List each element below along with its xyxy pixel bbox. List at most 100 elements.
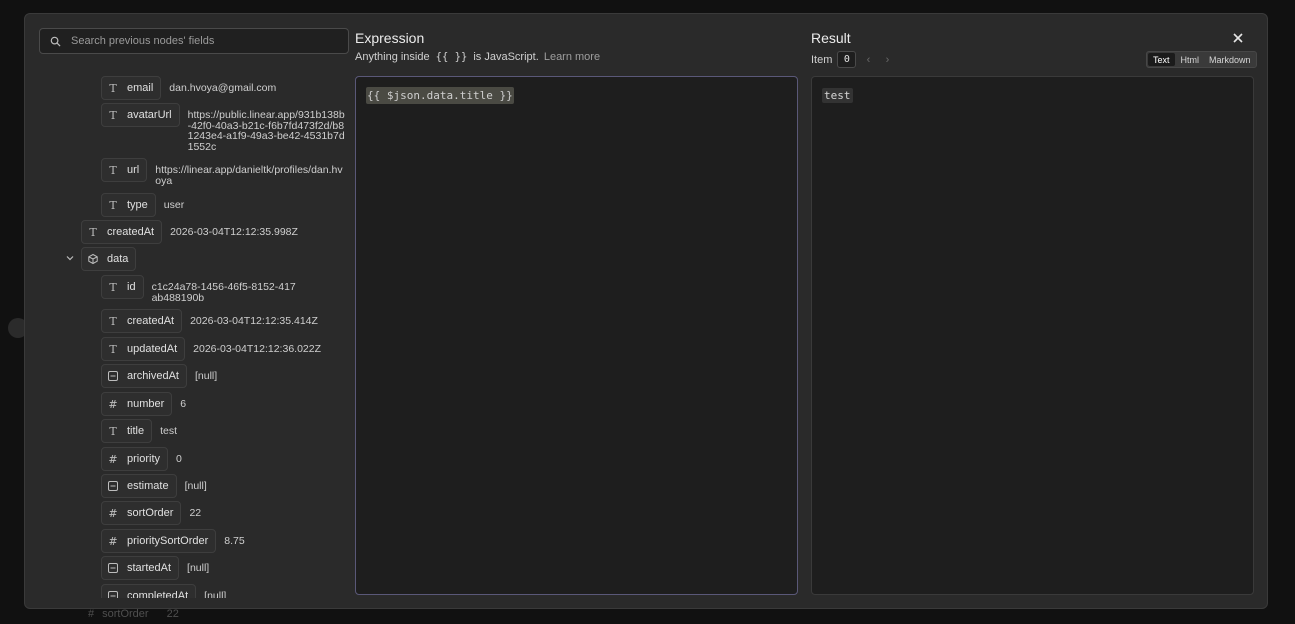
field-value: https://public.linear.app/931b138b-42f0-… [187, 109, 345, 153]
tree-node-email[interactable]: T email dan.hvoya@gmail.com [101, 76, 349, 100]
field-value: 8.75 [224, 535, 245, 547]
field-key: completedAt [127, 590, 189, 598]
field-pill[interactable]: T id [101, 275, 144, 299]
field-pill[interactable]: T avatarUrl [101, 103, 180, 127]
number-type-icon: # [108, 452, 118, 466]
tree-node-url[interactable]: T url https://linear.app/danieltk/profil… [101, 158, 349, 186]
format-html-button[interactable]: Html [1176, 52, 1205, 67]
field-key: archivedAt [127, 370, 179, 382]
tree-node-number[interactable]: # number 6 [101, 392, 349, 416]
string-type-icon: T [109, 81, 117, 95]
tree-node-updatedat[interactable]: T updatedAt 2026-03-04T12:12:36.022Z [101, 337, 349, 361]
field-key: estimate [127, 480, 169, 492]
background-row-key: sortOrder [102, 608, 149, 620]
field-key: id [127, 281, 136, 293]
item-label: Item [811, 53, 833, 66]
string-type-icon: T [89, 225, 97, 239]
learn-more-link[interactable]: Learn more [544, 51, 600, 63]
expression-editor-modal: T email dan.hvoya@gmail.com T avatarUrl … [24, 13, 1268, 609]
tree-node-id[interactable]: T id c1c24a78-1456-46f5-8152-417ab488190… [101, 275, 349, 303]
field-key: data [107, 253, 129, 265]
field-value: [null] [187, 562, 210, 574]
field-value: c1c24a78-1456-46f5-8152-417ab488190b [151, 281, 296, 304]
field-pill[interactable]: T type [101, 193, 156, 217]
field-key: sortOrder [127, 507, 174, 519]
tree-node-priority[interactable]: # priority 0 [101, 447, 349, 471]
expression-editor[interactable]: {{ $json.data.title }} [355, 76, 798, 595]
field-key: priority [127, 453, 161, 465]
tree-node-data-createdat[interactable]: T createdAt 2026-03-04T12:12:35.414Z [101, 309, 349, 333]
field-pill[interactable]: archivedAt [101, 364, 187, 388]
field-pill[interactable]: T createdAt [101, 309, 183, 333]
string-type-icon: T [109, 163, 117, 177]
field-value: https://linear.app/danieltk/profiles/dan… [155, 164, 343, 187]
field-value: 6 [180, 398, 187, 410]
string-type-icon: T [109, 198, 117, 212]
field-key: createdAt [107, 226, 155, 238]
field-pill[interactable]: T createdAt [81, 220, 163, 244]
tree-node-data[interactable]: data [81, 247, 349, 271]
input-panel: T email dan.hvoya@gmail.com T avatarUrl … [39, 28, 349, 598]
field-pill[interactable]: # number [101, 392, 173, 416]
expression-subtitle: Anything inside {{ }} is JavaScript. Lea… [355, 51, 600, 63]
tree-node-avatarurl[interactable]: T avatarUrl https://public.linear.app/93… [101, 103, 349, 152]
close-icon[interactable] [1231, 31, 1245, 45]
field-pill[interactable]: T email [101, 76, 162, 100]
search-input[interactable] [71, 35, 331, 47]
field-pill[interactable]: # priority [101, 447, 169, 471]
result-output: test [811, 76, 1254, 595]
tree-node-createdat[interactable]: T createdAt 2026-03-04T12:12:35.998Z [81, 220, 349, 244]
chevron-left-icon[interactable]: ‹ [861, 54, 875, 66]
search-field[interactable] [39, 28, 349, 54]
field-key: avatarUrl [127, 109, 172, 121]
cube-icon [88, 253, 98, 265]
null-type-icon [108, 591, 118, 598]
field-pill[interactable]: T updatedAt [101, 337, 186, 361]
schema-tree: T email dan.hvoya@gmail.com T avatarUrl … [39, 66, 349, 598]
format-toggle: Text Html Markdown [1146, 51, 1257, 68]
field-key: number [127, 398, 165, 410]
tree-node-type[interactable]: T type user [101, 193, 349, 217]
field-pill[interactable]: completedAt [101, 584, 197, 598]
field-value: user [163, 199, 185, 211]
field-value: 2026-03-04T12:12:35.414Z [190, 315, 318, 327]
tree-node-archivedat[interactable]: archivedAt [null] [101, 364, 349, 388]
field-value: dan.hvoya@gmail.com [169, 82, 277, 94]
field-pill[interactable]: startedAt [101, 556, 180, 580]
tree-node-prioritysortorder[interactable]: # prioritySortOrder 8.75 [101, 529, 349, 553]
field-pill[interactable]: data [81, 247, 137, 271]
format-text-button[interactable]: Text [1148, 53, 1175, 66]
field-key: prioritySortOrder [127, 535, 209, 547]
number-type-icon: # [108, 534, 118, 548]
item-index-input[interactable]: 0 [837, 51, 857, 68]
field-key: url [127, 164, 140, 176]
result-value: test [822, 88, 853, 103]
field-key: email [127, 82, 154, 94]
item-selector: Item 0 ‹ › [811, 51, 894, 68]
tree-node-title[interactable]: T title test [101, 419, 349, 443]
field-key: createdAt [127, 315, 175, 327]
field-key: title [127, 425, 145, 437]
field-pill[interactable]: estimate [101, 474, 177, 498]
chevron-right-icon[interactable]: › [880, 54, 894, 66]
tree-node-estimate[interactable]: estimate [null] [101, 474, 349, 498]
subtitle-prefix: Anything inside [355, 51, 430, 63]
chevron-down-icon[interactable] [65, 253, 75, 263]
field-pill[interactable]: T url [101, 158, 148, 182]
field-value: [null] [204, 590, 227, 598]
field-value: 2026-03-04T12:12:35.998Z [170, 226, 298, 238]
string-type-icon: T [109, 424, 117, 438]
tree-node-completedat[interactable]: completedAt [null] [101, 584, 349, 598]
field-pill[interactable]: # prioritySortOrder [101, 529, 217, 553]
string-type-icon: T [109, 342, 117, 356]
field-pill[interactable]: # sortOrder [101, 501, 182, 525]
tree-node-startedat[interactable]: startedAt [null] [101, 556, 349, 580]
null-type-icon [108, 481, 118, 491]
format-markdown-button[interactable]: Markdown [1204, 52, 1256, 67]
field-value: 0 [176, 453, 182, 465]
field-pill[interactable]: T title [101, 419, 153, 443]
null-type-icon [108, 371, 118, 381]
tree-node-sortorder[interactable]: # sortOrder 22 [101, 501, 349, 525]
expression-code[interactable]: {{ $json.data.title }} [366, 87, 514, 104]
string-type-icon: T [109, 314, 117, 328]
